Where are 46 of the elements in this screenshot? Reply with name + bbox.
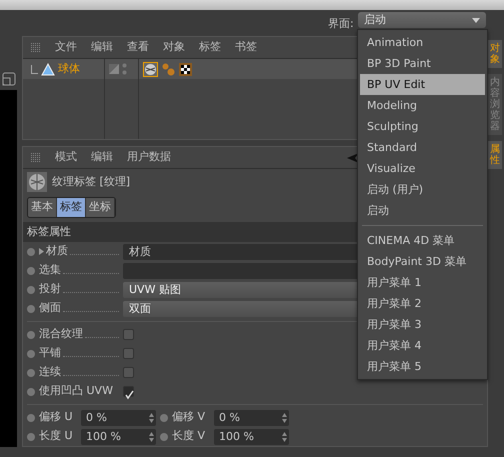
field-label: 使用凹凸 UVW [39,383,113,400]
field-label: 长度 V [172,428,206,444]
tag-title: 纹理标签 [纹理] [52,174,130,190]
menu-item[interactable]: BP 3D Paint [360,53,485,74]
menu-item[interactable]: 模式 [55,149,77,166]
menu-item[interactable]: 文件 [55,39,77,56]
field-label: 混合纹理 [39,326,83,342]
field-label: 偏移 U [39,409,74,426]
tab[interactable]: 基本 [28,198,57,216]
menu-item[interactable]: 用户数据 [127,149,171,166]
layout-dropdown[interactable]: 启动 [358,12,486,28]
menu-item[interactable]: 查看 [127,39,149,56]
menu-item[interactable]: 标签 [199,39,221,56]
number-field[interactable]: 100 % [81,428,156,444]
menu-item[interactable]: 用户菜单 3 [360,314,485,335]
tab[interactable]: 标签 [57,198,86,216]
menu-item[interactable]: 启动 (用户) [360,179,485,200]
menu-item[interactable]: Modeling [360,95,485,116]
field-label: 选集 [39,262,61,278]
side-tab[interactable]: 对象 [488,40,502,68]
menu-item[interactable]: 编辑 [91,39,113,56]
field-label: 偏移 V [172,409,206,426]
number-field[interactable]: 0 % [214,410,289,426]
menu-item[interactable]: Sculpting [360,116,485,137]
menu-item[interactable]: 用户菜单 5 [360,356,485,377]
menu-item[interactable]: BP UV Edit [360,74,485,95]
field-label: 平铺 [39,345,61,362]
menu-item[interactable]: Animation [360,32,485,53]
side-tab[interactable]: 属性 [488,141,502,169]
menu-item[interactable]: 书签 [235,39,257,56]
layout-label: 界面: [328,16,354,32]
object-name[interactable]: 球体 [58,60,80,78]
menu-item[interactable]: 用户菜单 4 [360,335,485,356]
menu-item[interactable]: 对象 [163,39,185,56]
menu-item[interactable]: Visualize [360,158,485,179]
menu-item[interactable]: 启动 [360,200,485,221]
field-label: 长度 U [39,428,74,444]
menu-item[interactable]: 编辑 [91,149,113,166]
menu-item[interactable]: Standard [360,137,485,158]
number-field[interactable]: 100 % [214,428,289,444]
number-field[interactable]: 0 % [81,410,156,426]
field-label: 侧面 [39,300,61,316]
tab[interactable]: 坐标 [86,198,115,216]
field-label: 材质 [46,243,68,260]
field-label: 投射 [39,281,61,298]
field-label: 连续 [39,364,61,380]
